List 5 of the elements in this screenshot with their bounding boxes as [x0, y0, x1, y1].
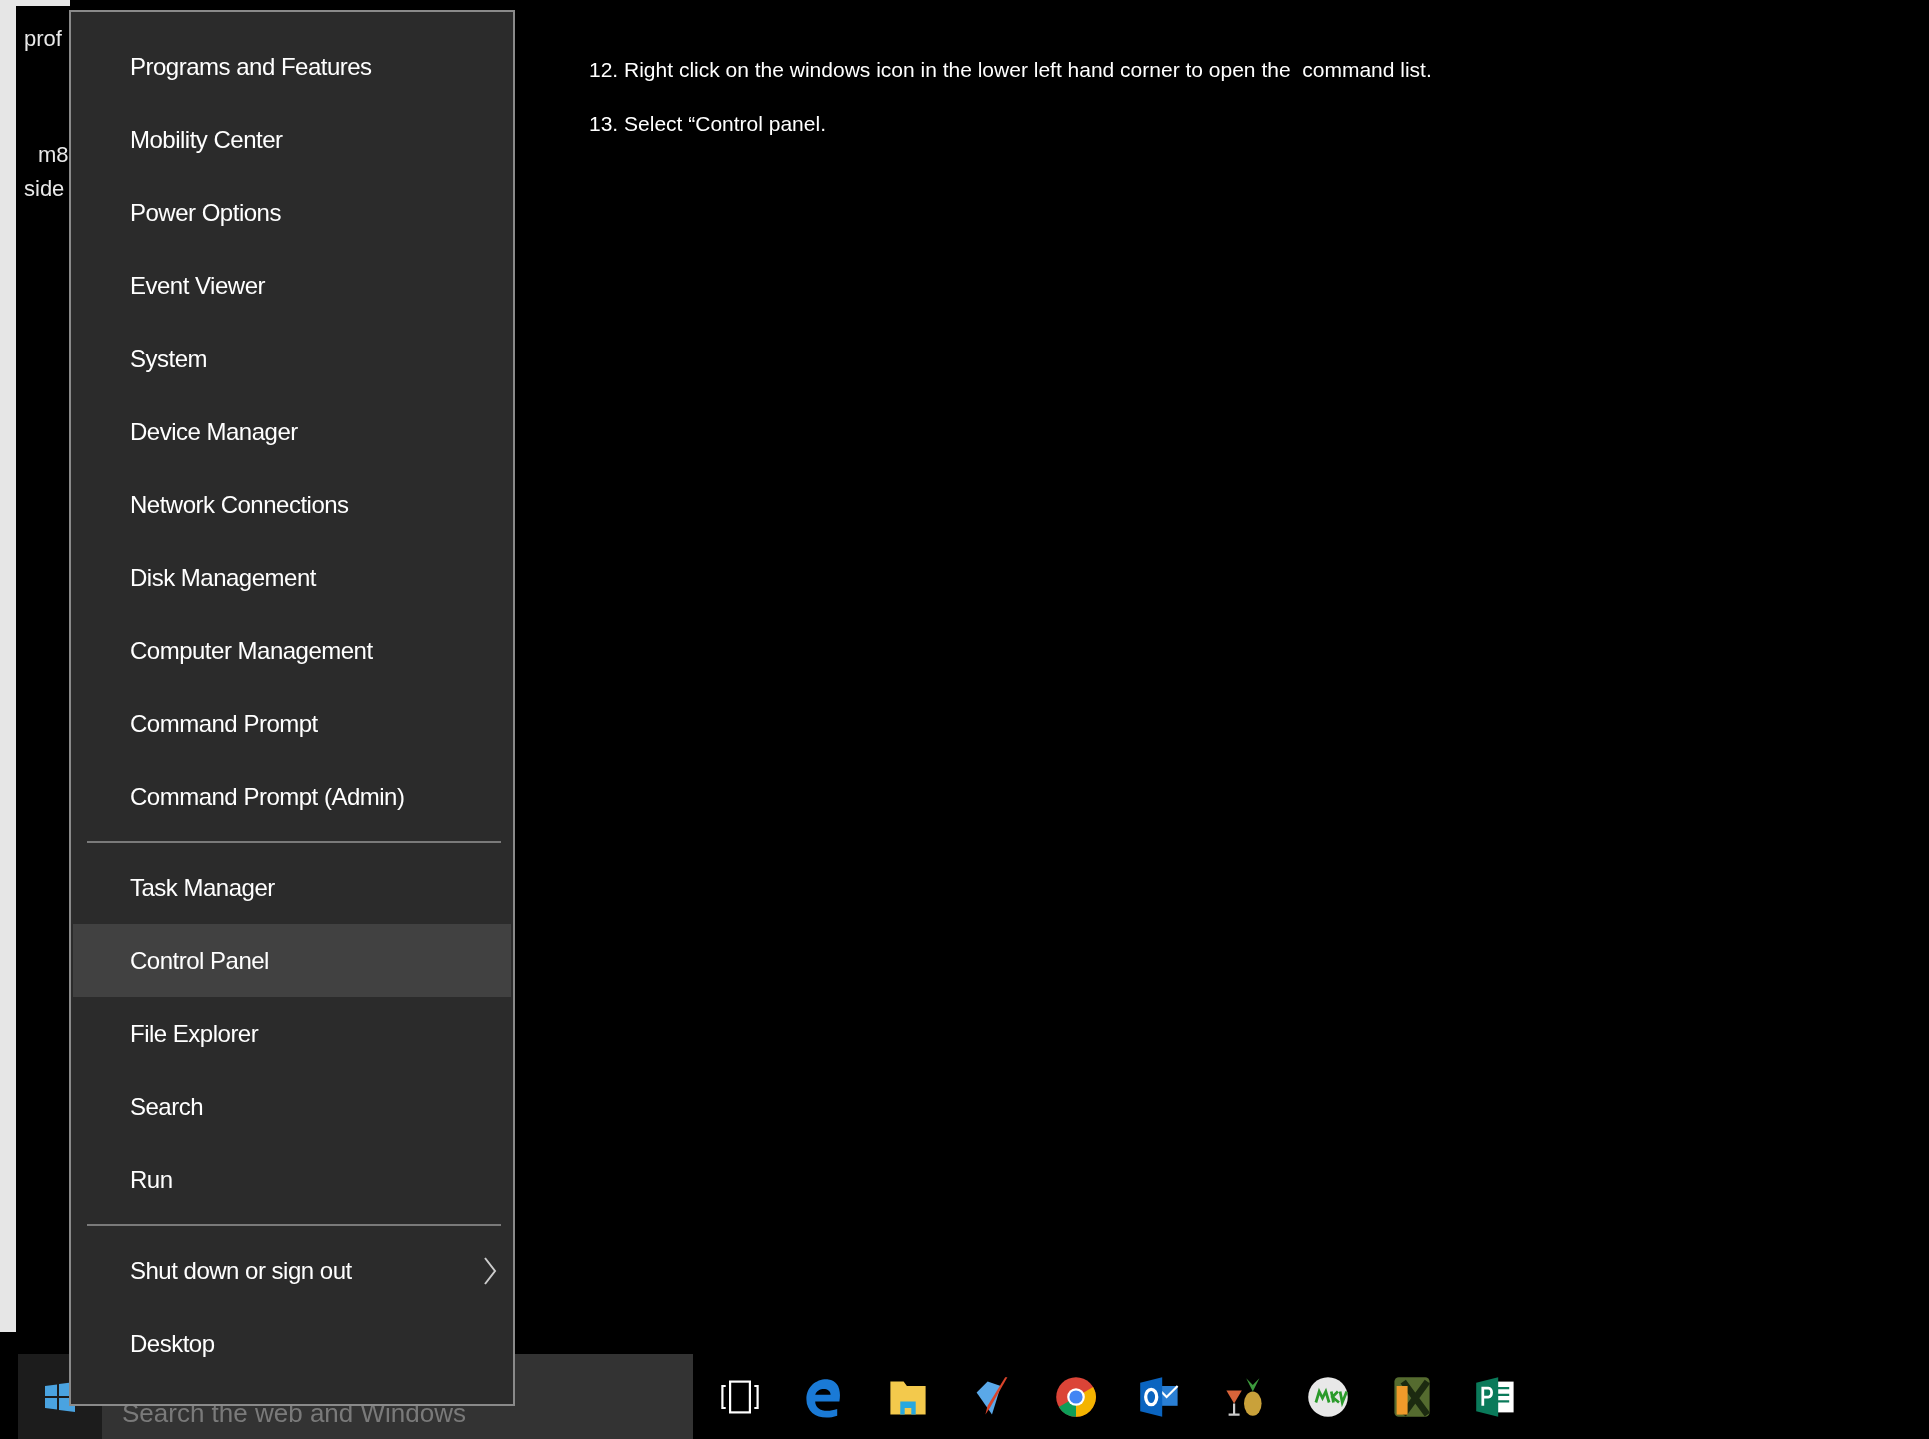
window-text: side	[23, 175, 66, 203]
instruction-text: 13. Select “Control panel.	[589, 112, 827, 136]
window-text: prof	[23, 25, 63, 53]
window-text: m8	[37, 141, 70, 169]
instruction-text: 12. Right click on the windows icon in the lower left hand corner to open the command list.	[589, 58, 1432, 82]
